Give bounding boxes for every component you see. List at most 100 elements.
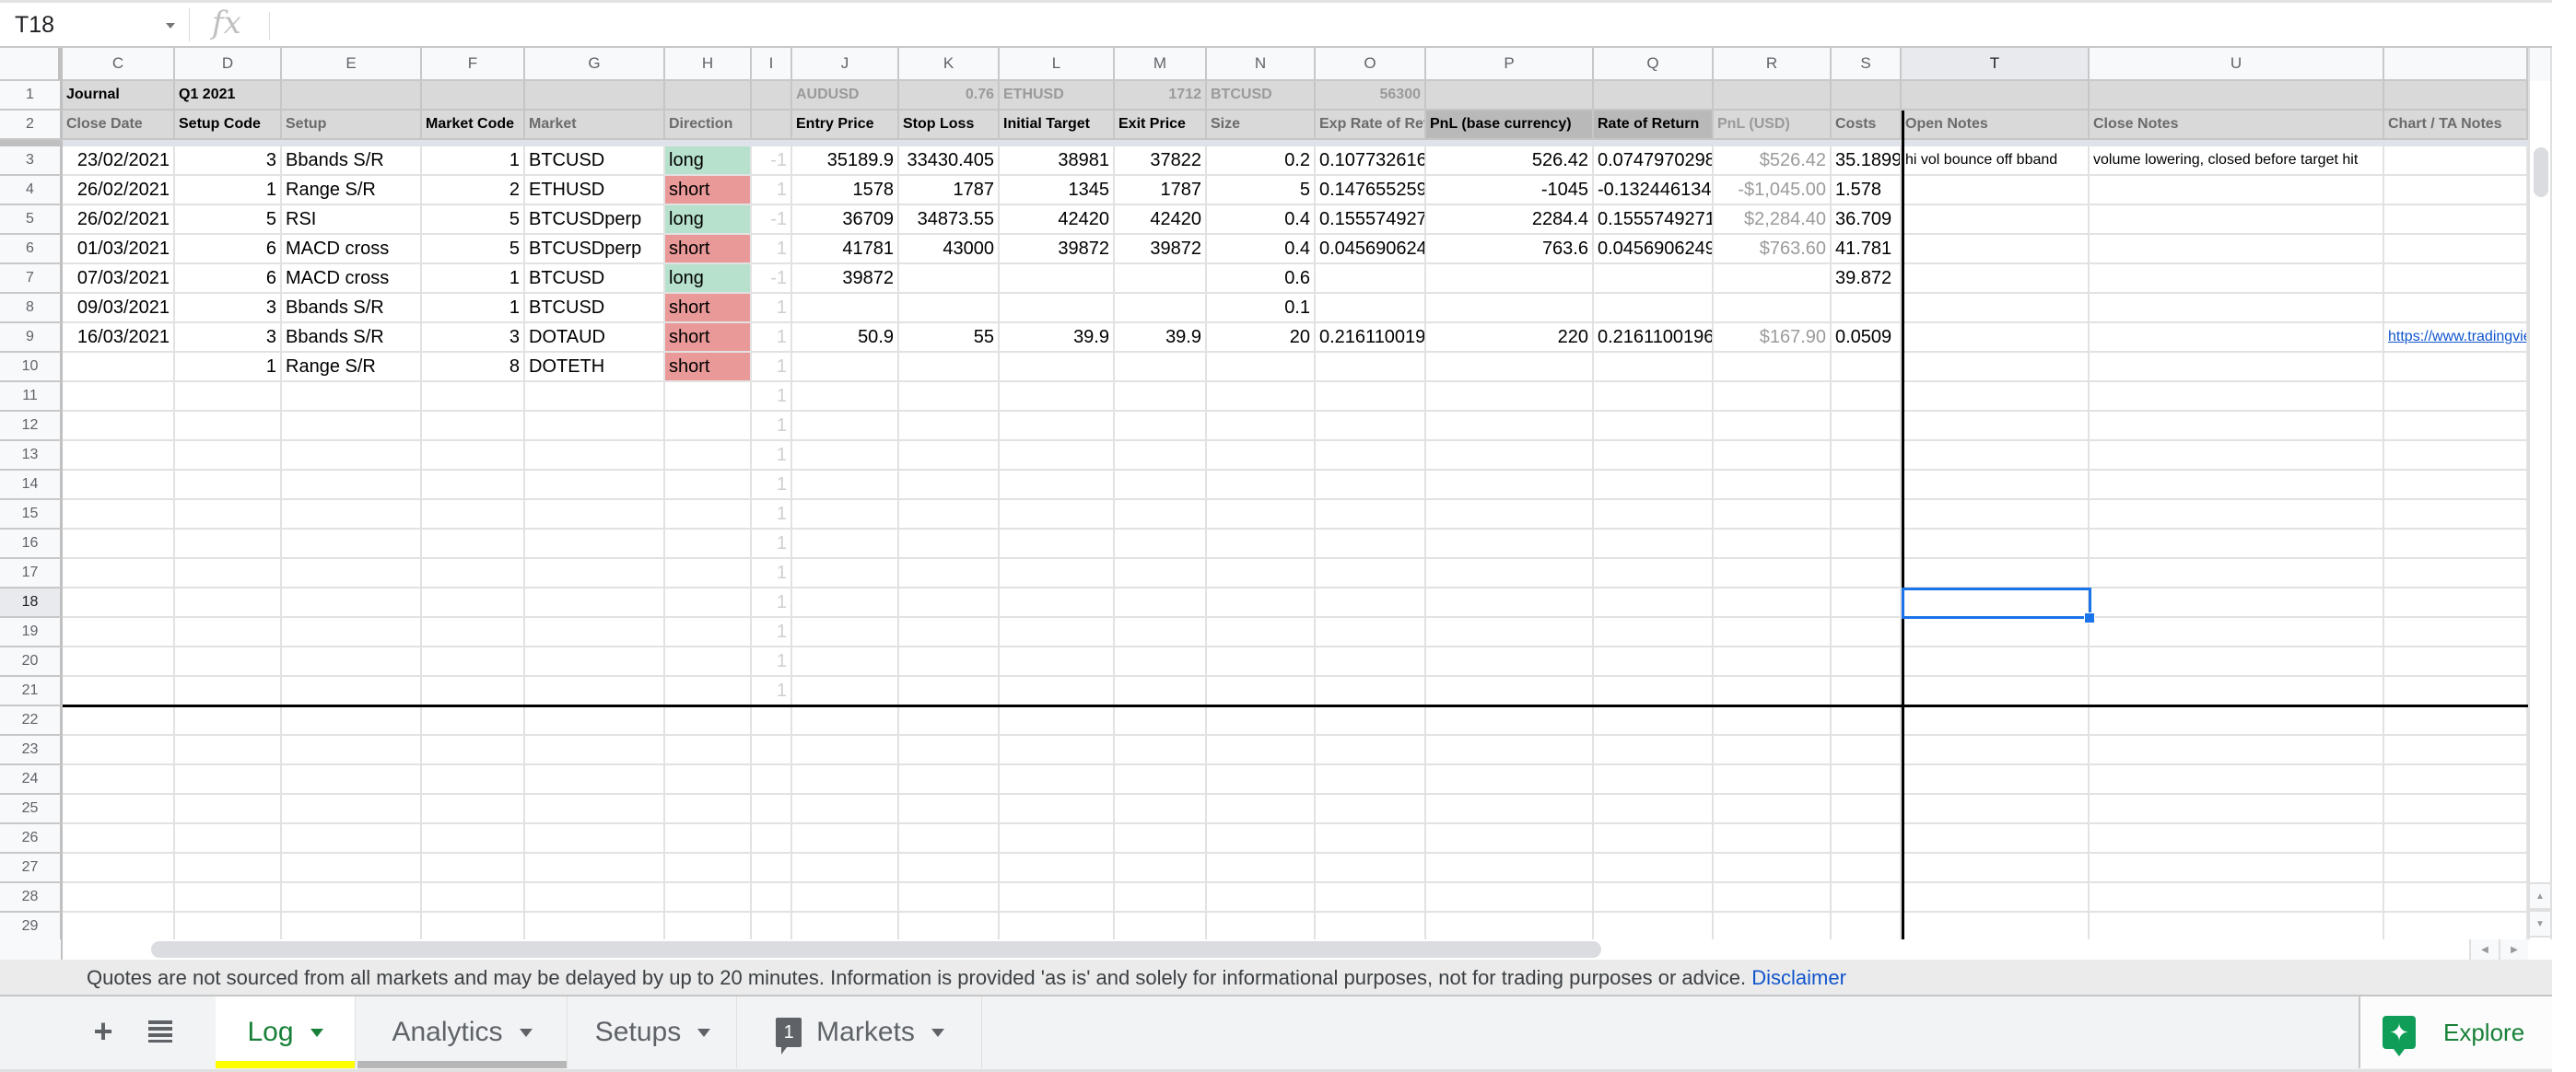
column-header-j[interactable]: J [792, 48, 899, 81]
cell-f22[interactable] [422, 706, 525, 736]
cell-f1[interactable] [422, 81, 525, 111]
cell-q23[interactable] [1594, 736, 1714, 765]
cell-g10[interactable]: DOTETH [525, 353, 665, 382]
cell-d26[interactable] [175, 824, 282, 854]
cell-t22[interactable] [1902, 706, 2090, 736]
cell-n10[interactable] [1207, 353, 1316, 382]
cell-h14[interactable] [665, 471, 752, 500]
cell-t27[interactable] [1902, 854, 2090, 883]
cell-h11[interactable] [665, 382, 752, 412]
cell-u4[interactable] [2090, 176, 2384, 205]
cell-h15[interactable] [665, 500, 752, 530]
cell-u15[interactable] [2090, 500, 2384, 530]
cell-j24[interactable] [792, 765, 899, 795]
cell-f17[interactable] [422, 559, 525, 588]
cell-k19[interactable] [899, 618, 1000, 647]
scroll-up-icon[interactable]: ▲ [2528, 882, 2552, 910]
row-header-7[interactable]: 7 [0, 264, 63, 294]
cell-d27[interactable] [175, 854, 282, 883]
cell-r15[interactable] [1714, 500, 1832, 530]
cell-d24[interactable] [175, 765, 282, 795]
cell-i5[interactable]: -1 [752, 205, 792, 235]
column-header-k[interactable]: K [899, 48, 1000, 81]
cell-f20[interactable] [422, 647, 525, 677]
cell-o18[interactable] [1316, 588, 1426, 618]
cell-m23[interactable] [1115, 736, 1207, 765]
cell-g22[interactable] [525, 706, 665, 736]
cell-h28[interactable] [665, 883, 752, 913]
cell-p8[interactable] [1426, 294, 1594, 323]
cell-l1[interactable]: ETHUSD [1000, 81, 1115, 111]
cell-r7[interactable] [1714, 264, 1832, 294]
cell-h22[interactable] [665, 706, 752, 736]
row-header-1[interactable]: 1 [0, 81, 63, 111]
cell-r26[interactable] [1714, 824, 1832, 854]
cell-s8[interactable] [1832, 294, 1902, 323]
cell-k8[interactable] [899, 294, 1000, 323]
cell-v7[interactable] [2384, 264, 2528, 294]
cell-v27[interactable] [2384, 854, 2528, 883]
cell-v22[interactable] [2384, 706, 2528, 736]
cell-u11[interactable] [2090, 382, 2384, 412]
cell-u26[interactable] [2090, 824, 2384, 854]
cell-p13[interactable] [1426, 441, 1594, 471]
cell-n23[interactable] [1207, 736, 1316, 765]
cell-o5[interactable]: 0.155574927 [1316, 205, 1426, 235]
cell-v13[interactable] [2384, 441, 2528, 471]
cell-m20[interactable] [1115, 647, 1207, 677]
cell-r1[interactable] [1714, 81, 1832, 111]
cell-o3[interactable]: 0.107732616 [1316, 146, 1426, 176]
cell-t7[interactable] [1902, 264, 2090, 294]
cell-u8[interactable] [2090, 294, 2384, 323]
header-m[interactable]: Exit Price [1115, 111, 1207, 140]
row-header-14[interactable]: 14 [0, 471, 63, 500]
cell-n8[interactable]: 0.1 [1207, 294, 1316, 323]
cell-e27[interactable] [282, 854, 422, 883]
cell-q28[interactable] [1594, 883, 1714, 913]
cell-i7[interactable]: -1 [752, 264, 792, 294]
cell-s22[interactable] [1832, 706, 1902, 736]
cell-v21[interactable] [2384, 677, 2528, 706]
cell-f6[interactable]: 5 [422, 235, 525, 264]
scroll-left-icon[interactable]: ◀ [2469, 939, 2499, 960]
cell-p11[interactable] [1426, 382, 1594, 412]
cell-o27[interactable] [1316, 854, 1426, 883]
cell-f21[interactable] [422, 677, 525, 706]
cell-g25[interactable] [525, 795, 665, 824]
cell-e21[interactable] [282, 677, 422, 706]
cell-n16[interactable] [1207, 530, 1316, 559]
cell-o11[interactable] [1316, 382, 1426, 412]
cell-o22[interactable] [1316, 706, 1426, 736]
cell-l3[interactable]: 38981 [1000, 146, 1115, 176]
cell-j6[interactable]: 41781 [792, 235, 899, 264]
cell-h27[interactable] [665, 854, 752, 883]
cell-c27[interactable] [63, 854, 175, 883]
cell-v3[interactable] [2384, 146, 2528, 176]
row-header-13[interactable]: 13 [0, 441, 63, 471]
cell-g17[interactable] [525, 559, 665, 588]
fill-handle[interactable] [2084, 612, 2095, 623]
cell-g13[interactable] [525, 441, 665, 471]
cell-f16[interactable] [422, 530, 525, 559]
cell-g6[interactable]: BTCUSDperp [525, 235, 665, 264]
cell-g23[interactable] [525, 736, 665, 765]
cell-q27[interactable] [1594, 854, 1714, 883]
header-r[interactable]: PnL (USD) [1714, 111, 1832, 140]
cell-m15[interactable] [1115, 500, 1207, 530]
cell-u21[interactable] [2090, 677, 2384, 706]
cell-d25[interactable] [175, 795, 282, 824]
cell-m28[interactable] [1115, 883, 1207, 913]
cell-e23[interactable] [282, 736, 422, 765]
cell-n26[interactable] [1207, 824, 1316, 854]
cell-j9[interactable]: 50.9 [792, 323, 899, 353]
column-header-l[interactable]: L [1000, 48, 1115, 81]
cell-h26[interactable] [665, 824, 752, 854]
cell-p12[interactable] [1426, 412, 1594, 441]
cell-u9[interactable] [2090, 323, 2384, 353]
cell-l4[interactable]: 1345 [1000, 176, 1115, 205]
cell-k23[interactable] [899, 736, 1000, 765]
row-header-23[interactable]: 23 [0, 736, 63, 765]
cell-g16[interactable] [525, 530, 665, 559]
vertical-scrollbar-thumb[interactable] [2534, 147, 2548, 197]
cell-m1[interactable]: 1712 [1115, 81, 1207, 111]
